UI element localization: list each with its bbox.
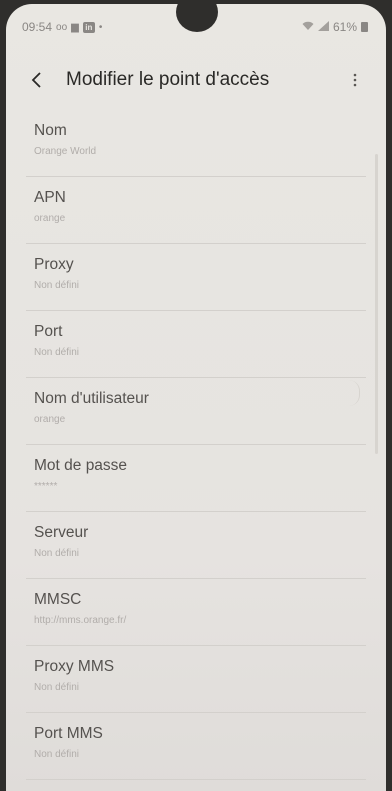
setting-row-mmsc[interactable]: MMSC http://mms.orange.fr/ bbox=[26, 579, 366, 646]
setting-label: Port MMS bbox=[34, 725, 103, 742]
phone-screen: 09:54 oo ▆ in • 61% Modifier le point d'… bbox=[6, 4, 386, 791]
dot-icon: • bbox=[98, 21, 103, 33]
setting-row-username[interactable]: Nom d'utilisateur orange bbox=[26, 378, 366, 445]
signal-icon bbox=[317, 20, 329, 34]
app-header: Modifier le point d'accès bbox=[30, 60, 366, 100]
notification-icon: ▆ bbox=[71, 21, 79, 33]
scrollbar[interactable] bbox=[375, 154, 378, 454]
setting-row-password[interactable]: Mot de passe ****** bbox=[26, 445, 366, 512]
setting-row-server[interactable]: Serveur Non défini bbox=[26, 512, 366, 579]
chevron-left-icon bbox=[31, 72, 41, 88]
setting-value: Non défini bbox=[34, 347, 80, 358]
setting-label: Nom bbox=[34, 122, 67, 139]
battery-icon bbox=[361, 22, 368, 32]
wifi-icon bbox=[302, 21, 314, 34]
setting-value: Non défini bbox=[34, 280, 80, 291]
setting-value: orange bbox=[34, 414, 66, 425]
setting-label: Proxy MMS bbox=[34, 658, 115, 675]
setting-label: APN bbox=[34, 189, 66, 206]
setting-value: Non défini bbox=[34, 682, 80, 693]
linkedin-icon: in bbox=[82, 21, 95, 33]
setting-value: orange bbox=[34, 213, 66, 224]
setting-row-proxy[interactable]: Proxy Non défini bbox=[26, 244, 366, 311]
setting-label: Port bbox=[34, 323, 63, 340]
more-vert-icon bbox=[353, 73, 357, 87]
status-bar: 09:54 oo ▆ in • 61% bbox=[22, 18, 368, 36]
setting-row-name[interactable]: Nom Orange World bbox=[26, 110, 366, 177]
setting-value: Non défini bbox=[34, 548, 80, 559]
setting-label: Serveur bbox=[34, 524, 89, 541]
setting-row-mms-port[interactable]: Port MMS Non défini bbox=[26, 713, 366, 780]
setting-row-mms-proxy[interactable]: Proxy MMS Non défini bbox=[26, 646, 366, 713]
setting-row-port[interactable]: Port Non défini bbox=[26, 311, 366, 378]
more-options-button[interactable] bbox=[344, 63, 366, 97]
setting-value: ****** bbox=[34, 481, 58, 492]
status-time: 09:54 bbox=[22, 20, 53, 34]
setting-value: Orange World bbox=[34, 146, 97, 157]
status-left: 09:54 oo ▆ in • bbox=[22, 20, 102, 34]
voicemail-icon: oo bbox=[56, 21, 68, 33]
status-right: 61% bbox=[302, 20, 368, 34]
battery-percent: 61% bbox=[332, 20, 357, 34]
setting-value: http://mms.orange.fr/ bbox=[34, 615, 127, 626]
setting-label: Nom d'utilisateur bbox=[34, 390, 149, 407]
setting-value: Non défini bbox=[34, 749, 80, 760]
page-title: Modifier le point d'accès bbox=[66, 69, 270, 90]
setting-label: Proxy bbox=[34, 256, 74, 273]
back-button[interactable] bbox=[30, 63, 56, 97]
setting-label: MMSC bbox=[34, 591, 82, 608]
setting-row-apn[interactable]: APN orange bbox=[26, 177, 366, 244]
apn-settings-list: Nom Orange World APN orange Proxy Non dé… bbox=[26, 110, 366, 780]
setting-label: Mot de passe bbox=[34, 457, 128, 474]
